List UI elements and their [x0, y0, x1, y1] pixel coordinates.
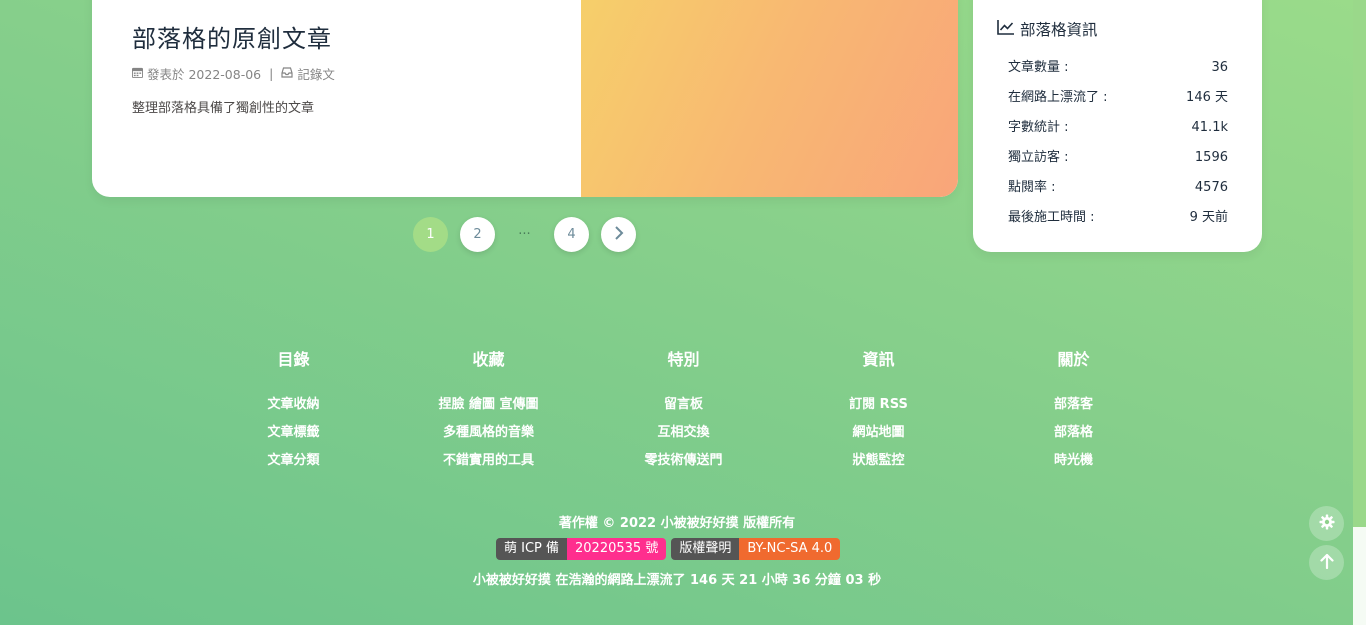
widget-stats-list: 文章數量 : 36 在網路上漂流了 : 146 天 字數統計 : 41.1k 獨…: [1008, 53, 1228, 233]
footer-link[interactable]: 文章收納: [196, 391, 391, 419]
stat-row: 在網路上漂流了 : 146 天: [1008, 83, 1228, 113]
footer-link[interactable]: 不錯實用的工具: [391, 447, 586, 475]
post-title[interactable]: 部落格的原創文章: [132, 22, 572, 56]
post-meta: 發表於 2022-08-06 | 記錄文: [132, 64, 572, 83]
footer-nav: 目錄 文章收納 文章標籤 文章分類 收藏 捏臉 繪圖 宣傳圖 多種風格的音樂 不…: [196, 346, 1171, 475]
back-to-top-button[interactable]: [1309, 545, 1344, 580]
stat-value: 9 天前: [1189, 210, 1228, 225]
license-badge-value: BY-NC-SA 4.0: [739, 538, 841, 560]
chart-line-icon: [997, 19, 1014, 39]
footer-link[interactable]: 文章分類: [196, 447, 391, 475]
stat-label: 最後施工時間 :: [1008, 210, 1095, 225]
page-ellipsis: ···: [518, 227, 531, 242]
stat-label: 文章數量 :: [1008, 60, 1069, 75]
meta-separator: |: [269, 66, 274, 81]
footer-link[interactable]: 網站地圖: [781, 419, 976, 447]
icp-badge-value: 20220535 號: [567, 538, 667, 560]
stat-value: 1596: [1194, 150, 1228, 165]
stat-row: 文章數量 : 36: [1008, 53, 1228, 83]
stat-label: 點閱率 :: [1008, 180, 1056, 195]
page-2-button[interactable]: 2: [460, 217, 495, 252]
inbox-icon: [281, 66, 293, 81]
footer-col-about: 關於 部落客 部落格 時光機: [976, 346, 1171, 475]
widget-title: 部落格資訊: [1020, 21, 1098, 39]
footer-col-special: 特別 留言板 互相交換 零技術傳送門: [586, 346, 781, 475]
stat-value: 4576: [1194, 180, 1228, 195]
stat-value: 146 天: [1186, 90, 1228, 105]
footer-col-title: 資訊: [862, 350, 895, 369]
stat-row: 點閱率 : 4576: [1008, 173, 1228, 203]
page-last-button[interactable]: 4: [554, 217, 589, 252]
license-badge[interactable]: 版權聲明 BY-NC-SA 4.0: [671, 538, 841, 560]
stat-row: 獨立訪客 : 1596: [1008, 143, 1228, 173]
footer-link[interactable]: 文章標籤: [196, 419, 391, 447]
post-info: 部落格的原創文章 發表於 2022-08-06 | 記錄文 整理部落格具備了獨創…: [132, 22, 572, 116]
stat-row: 最後施工時間 : 9 天前: [1008, 203, 1228, 233]
scrollbar-thumb[interactable]: [1353, 527, 1366, 625]
stat-value: 36: [1211, 60, 1228, 75]
footer-link[interactable]: 狀態監控: [781, 447, 976, 475]
stat-value: 41.1k: [1191, 120, 1228, 135]
chevron-right-icon: [614, 225, 624, 244]
next-page-button[interactable]: [601, 217, 636, 252]
footer-badges: 萌 ICP 備 20220535 號 版權聲明 BY-NC-SA 4.0: [496, 538, 841, 560]
footer-col-title: 目錄: [277, 350, 310, 369]
calendar-icon: [132, 67, 143, 81]
footer-link[interactable]: 捏臉 繪圖 宣傳圖: [391, 391, 586, 419]
settings-button[interactable]: [1309, 506, 1344, 541]
stat-label: 獨立訪客 :: [1008, 150, 1069, 165]
post-description: 整理部落格具備了獨創性的文章: [132, 101, 315, 116]
icp-badge[interactable]: 萌 ICP 備 20220535 號: [496, 538, 667, 560]
stat-row: 字數統計 : 41.1k: [1008, 113, 1228, 143]
footer-link[interactable]: 訂閱 RSS: [781, 391, 976, 419]
footer-col-catalog: 目錄 文章收納 文章標籤 文章分類: [196, 346, 391, 475]
footer-col-title: 關於: [1057, 350, 1090, 369]
arrow-up-icon: [1319, 553, 1334, 573]
footer-col-title: 特別: [667, 350, 700, 369]
post-date: 發表於 2022-08-06: [147, 67, 262, 82]
license-badge-label: 版權聲明: [671, 538, 740, 560]
footer-col-info: 資訊 訂閱 RSS 網站地圖 狀態監控: [781, 346, 976, 475]
footer-link[interactable]: 留言板: [586, 391, 781, 419]
post-category[interactable]: 記錄文: [297, 64, 335, 83]
post-cover-image[interactable]: [581, 0, 958, 197]
footer-link[interactable]: 互相交換: [586, 419, 781, 447]
footer-col-collection: 收藏 捏臉 繪圖 宣傳圖 多種風格的音樂 不錯實用的工具: [391, 346, 586, 475]
footer-link[interactable]: 部落格: [976, 419, 1171, 447]
footer-col-title: 收藏: [472, 350, 505, 369]
icp-badge-label: 萌 ICP 備: [496, 538, 568, 560]
blog-info-widget: 部落格資訊 文章數量 : 36 在網路上漂流了 : 146 天 字數統計 : 4…: [973, 0, 1262, 252]
post-card[interactable]: 部落格的原創文章 發表於 2022-08-06 | 記錄文 整理部落格具備了獨創…: [92, 0, 958, 197]
copyright-text: 著作權 © 2022 小被被好好摸 版權所有: [558, 516, 796, 531]
footer-link[interactable]: 部落客: [976, 391, 1171, 419]
stat-label: 字數統計 :: [1008, 120, 1069, 135]
stat-label: 在網路上漂流了 :: [1008, 90, 1108, 105]
footer-link[interactable]: 時光機: [976, 447, 1171, 475]
page-current: 1: [413, 217, 448, 252]
gear-icon: [1319, 514, 1335, 534]
footer-link[interactable]: 零技術傳送門: [586, 447, 781, 475]
footer-link[interactable]: 多種風格的音樂: [391, 419, 586, 447]
runtime-counter: 小被被好好摸 在浩瀚的網路上漂流了 146 天 21 小時 36 分鐘 03 秒: [472, 573, 882, 588]
widget-header: 部落格資訊: [997, 18, 1098, 40]
